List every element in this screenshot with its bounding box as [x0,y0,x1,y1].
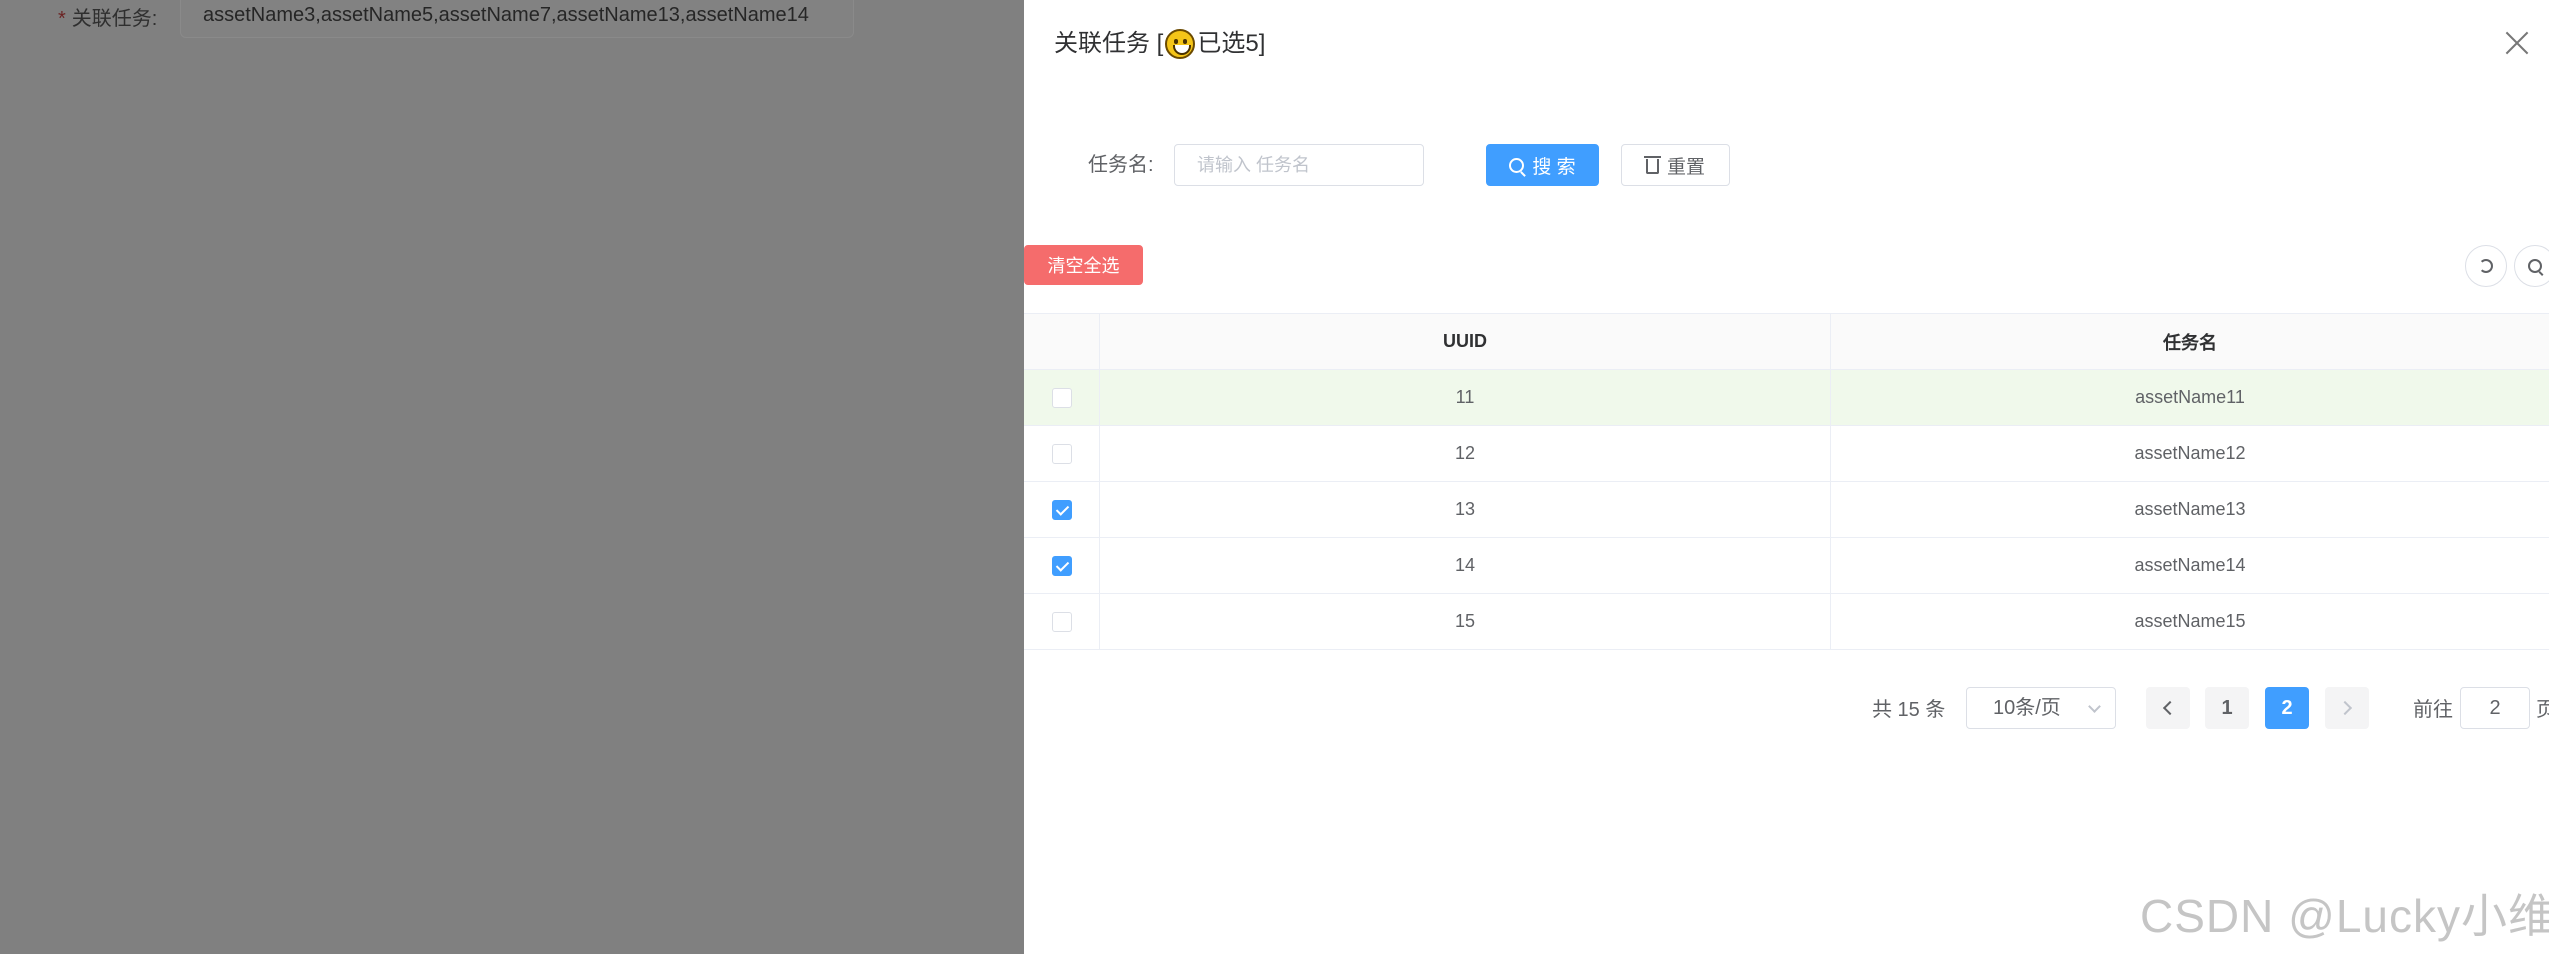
prev-page-button[interactable] [2146,687,2190,729]
cell-uuid: 11 [1100,370,1831,425]
chevron-right-icon [2337,700,2353,716]
header-task-name[interactable]: 任务名 [1831,314,2549,369]
cell-task-name: assetName11 [2135,387,2245,407]
clear-all-button[interactable]: 清空全选 [1024,245,1143,285]
search-icon [2528,259,2542,273]
table-row[interactable]: 11 assetName11 [1024,370,2549,426]
required-mark: * [58,8,66,30]
page-2-button[interactable]: 2 [2265,687,2309,729]
cell-uuid: 15 [1100,594,1831,649]
task-select-drawer: 关联任务 [ 已选5] 任务名: 搜 索 重置 清空全选 UUID 任务名 11… [1024,0,2549,954]
search-icon [1509,157,1525,173]
refresh-button[interactable] [2465,245,2507,287]
drawer-title: 关联任务 [ 已选5] [1054,29,1266,59]
next-page-button[interactable] [2325,687,2369,729]
row-checkbox[interactable] [1051,611,1072,632]
cell-uuid: 13 [1100,482,1831,537]
cell-uuid: 12 [1100,426,1831,481]
background-form: * 关联任务: assetName3,assetName5,assetName7,… [0,0,1024,954]
cell-task-name: assetName15 [2134,611,2246,631]
header-select [1024,314,1100,369]
pagination-total: 共 15 条 [1872,699,1946,721]
row-checkbox[interactable] [1051,499,1072,520]
table-row[interactable]: 14 assetName14 [1024,538,2549,594]
page-unit-label: 页 [2536,699,2549,721]
cell-uuid: 14 [1100,538,1831,593]
chevron-down-icon [2088,700,2101,713]
refresh-icon [2479,259,2493,273]
page-1-button[interactable]: 1 [2205,687,2249,729]
trash-icon [1643,156,1661,174]
row-checkbox[interactable] [1051,555,1072,576]
row-checkbox[interactable] [1051,443,1072,464]
related-task-label: * 关联任务: [58,8,158,30]
cell-task-name: assetName14 [2134,555,2246,575]
task-name-input[interactable] [1174,144,1424,186]
page-size-select[interactable]: 10条/页 [1966,687,2116,729]
close-icon[interactable] [2500,26,2534,60]
cell-task-name: assetName13 [2134,499,2246,519]
related-task-input[interactable]: assetName3,assetName5,assetName7,assetNa… [180,0,854,38]
reset-button[interactable]: 重置 [1621,144,1730,186]
search-button[interactable]: 搜 索 [1486,144,1599,186]
table-header: UUID 任务名 [1024,314,2549,370]
table-row[interactable]: 13 assetName13 [1024,482,2549,538]
table-row[interactable]: 12 assetName12 [1024,426,2549,482]
chevron-left-icon [2162,700,2178,716]
task-name-label: 任务名: [1088,154,1154,176]
header-uuid[interactable]: UUID [1100,314,1831,369]
table-row[interactable]: 15 assetName15 [1024,594,2549,650]
smiley-face-icon [1165,29,1196,59]
row-checkbox[interactable] [1051,387,1072,408]
cell-task-name: assetName12 [2134,443,2246,463]
goto-page-input[interactable] [2460,687,2530,729]
toggle-search-button[interactable] [2514,245,2549,287]
task-table: UUID 任务名 11 assetName11 12 assetName12 1… [1024,313,2549,650]
watermark: CSDN @Lucky小维 [2140,890,2549,942]
goto-label: 前往 [2413,699,2453,721]
